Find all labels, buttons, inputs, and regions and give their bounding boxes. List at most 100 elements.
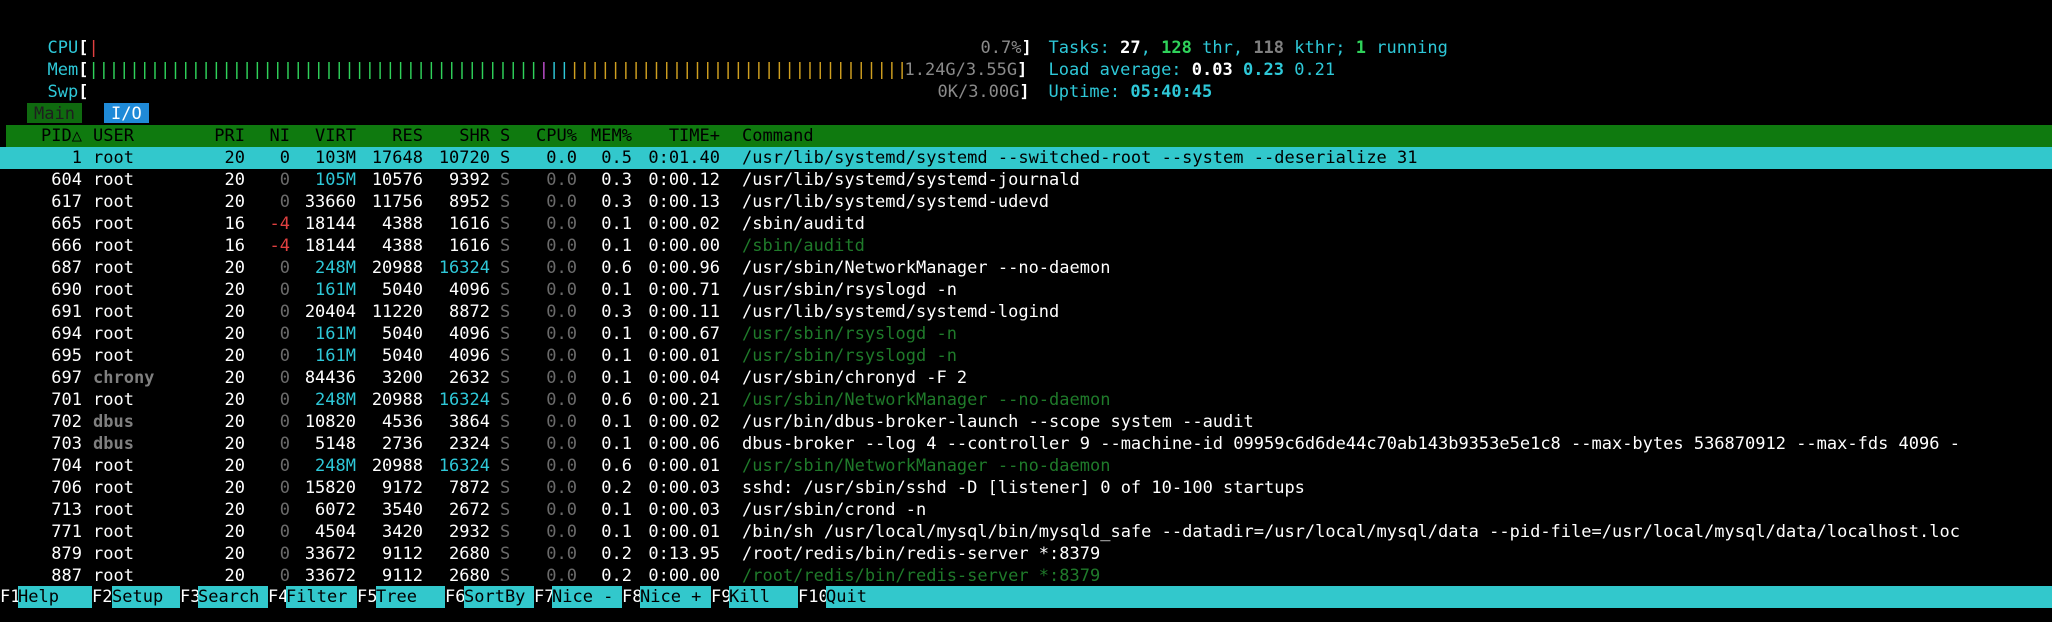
process-res: 5040	[382, 346, 423, 366]
process-time: 0:00.06	[648, 434, 720, 454]
process-pid: 666	[51, 236, 82, 256]
process-mem: 0.5	[601, 148, 632, 168]
tab-main[interactable]: Main	[27, 103, 82, 124]
process-row[interactable]: 713 root 20 0 6072 3540 2672 S 0.0 0.1 0:00.03/usr…	[0, 499, 2052, 521]
process-row[interactable]: 879 root 20 0 33672 9112 2680 S 0.0 0.2 0:13.95/ro…	[0, 543, 2052, 565]
fkey-quit-key[interactable]: F10	[798, 586, 829, 608]
process-row[interactable]: 690 root 20 0 161M 5040 4096 S 0.0 0.1 0:00.71/usr…	[0, 279, 2052, 301]
process-pid: 704	[51, 456, 82, 476]
process-shr: 1616	[449, 214, 490, 234]
process-mem: 0.2	[601, 566, 632, 586]
fkey-sortby-button[interactable]: SortBy	[464, 586, 534, 608]
process-row[interactable]: 665 root 16 -4 18144 4388 1616 S 0.0 0.1 0:00.02/s…	[0, 213, 2052, 235]
process-state: S	[500, 456, 511, 476]
fkey-tree-key[interactable]: F5	[357, 586, 377, 608]
process-user: root	[93, 236, 134, 256]
fkey-help-button[interactable]: Help	[18, 586, 92, 608]
process-user: root	[93, 566, 134, 586]
process-priority: 20	[224, 390, 245, 410]
process-res: 11756	[371, 192, 423, 212]
swap-value: 0K/3.00G	[937, 82, 1020, 102]
process-shr: 10720	[438, 148, 490, 168]
process-row[interactable]: 887 root 20 0 33672 9112 2680 S 0.0 0.2 0:00.00/ro…	[0, 565, 2052, 587]
process-shr: 3864	[449, 412, 490, 432]
process-mem: 0.1	[601, 412, 632, 432]
process-priority: 20	[224, 280, 245, 300]
process-command: /usr/lib/systemd/systemd-logind	[742, 302, 1060, 322]
process-shr: 8952	[449, 192, 490, 212]
process-shr: 2680	[449, 544, 490, 564]
process-command: /usr/sbin/NetworkManager --no-daemon	[742, 456, 1111, 476]
fkey-filter-button[interactable]: Filter	[286, 586, 357, 608]
process-pid: 713	[51, 500, 82, 520]
process-nice: 0	[279, 434, 290, 454]
process-command: /usr/sbin/rsyslogd -n	[742, 324, 957, 344]
process-row[interactable]: 703 dbus 20 0 5148 2736 2324 S 0.0 0.1 0:00.06 dbus…	[0, 433, 2052, 455]
process-row[interactable]: 691 root 20 0 20404 11220 8872 S 0.0 0.3 0:00.11/u…	[0, 301, 2052, 323]
process-pid: 887	[51, 566, 82, 586]
process-virt: 84436	[304, 368, 356, 388]
process-res: 4388	[382, 214, 423, 234]
process-pid: 695	[51, 346, 82, 366]
process-virt: 33660	[304, 192, 356, 212]
process-virt: 20404	[304, 302, 356, 322]
process-row[interactable]: 771 root 20 0 4504 3420 2932 S 0.0 0.1 0:00.01/bin…	[0, 521, 2052, 543]
process-state: S	[500, 566, 511, 586]
fkey-setup-key[interactable]: F2	[92, 586, 112, 608]
process-cpu: 0.0	[546, 170, 577, 190]
process-command: /bin/sh /usr/local/mysql/bin/mysqld_safe…	[742, 522, 1960, 542]
process-state: S	[500, 236, 511, 256]
process-cpu: 0.0	[546, 544, 577, 564]
process-res: 5040	[382, 280, 423, 300]
column-header-time: TIME+	[668, 126, 720, 146]
process-virt: 6072	[315, 500, 356, 520]
process-time: 0:00.03	[648, 478, 720, 498]
process-row[interactable]: 1 root 20 0 103M 17648 10720 S 0.0 0.5 0:01.40/usr…	[0, 147, 2052, 169]
fkey-quit-button[interactable]: Quit	[826, 586, 2052, 608]
process-shr: 4096	[449, 324, 490, 344]
process-time: 0:00.02	[648, 412, 720, 432]
process-cpu: 0.0	[546, 214, 577, 234]
fkey-kill-button[interactable]: Kill	[729, 586, 798, 608]
process-state: S	[500, 192, 511, 212]
column-header-cpu: CPU%	[536, 126, 577, 146]
process-state: S	[500, 324, 511, 344]
process-row[interactable]: 694 root 20 0 161M 5040 4096 S 0.0 0.1 0:00.67/usr…	[0, 323, 2052, 345]
process-row[interactable]: 666 root 16 -4 18144 4388 1616 S 0.0 0.1 0:00.00/s…	[0, 235, 2052, 257]
fkey-sortby-key[interactable]: F6	[445, 586, 465, 608]
process-shr: 2632	[449, 368, 490, 388]
process-priority: 20	[224, 148, 245, 168]
tab-io[interactable]: I/O	[104, 103, 149, 124]
process-user: root	[93, 280, 134, 300]
fkey-search-button[interactable]: Search	[198, 586, 268, 608]
process-row[interactable]: 697 chrony 20 0 84436 3200 2632 S 0.0 0.1 0:00.04 /…	[0, 367, 2052, 389]
fkey-setup-button[interactable]: Setup	[112, 586, 180, 608]
fkey-tree-button[interactable]: Tree	[376, 586, 445, 608]
fkey-nice-button[interactable]: Nice -	[552, 586, 622, 608]
process-res: 3200	[382, 368, 423, 388]
process-row[interactable]: 702 dbus 20 0 10820 4536 3864 S 0.0 0.1 0:00.02/us…	[0, 411, 2052, 433]
process-nice: 0	[279, 302, 290, 322]
process-user: root	[93, 214, 134, 234]
process-res: 3540	[382, 500, 423, 520]
process-row[interactable]: 706 root 20 0 15820 9172 7872 S 0.0 0.2 0:00.03 ssh…	[0, 477, 2052, 499]
process-virt: 15820	[304, 478, 356, 498]
process-virt: 161M	[315, 324, 356, 344]
process-row[interactable]: 604 root 20 0 105M 10576 9392 S 0.0 0.3 0:00.12/us…	[0, 169, 2052, 191]
process-priority: 20	[224, 500, 245, 520]
process-row[interactable]: 695 root 20 0 161M 5040 4096 S 0.0 0.1 0:00.01/usr…	[0, 345, 2052, 367]
process-user: root	[93, 390, 134, 410]
process-row[interactable]: 701 root 20 0 248M 20988 16324 S 0.0 0.6 0:00.21/u…	[0, 389, 2052, 411]
process-mem: 0.1	[601, 280, 632, 300]
process-mem: 0.1	[601, 346, 632, 366]
fkey-nice-button[interactable]: Nice +	[640, 586, 711, 608]
process-row[interactable]: 704 root 20 0 248M 20988 16324 S 0.0 0.6 0:00.01/u…	[0, 455, 2052, 477]
process-pid: 690	[51, 280, 82, 300]
process-state: S	[500, 500, 511, 520]
process-nice: 0	[279, 500, 290, 520]
process-command: /usr/sbin/rsyslogd -n	[742, 346, 957, 366]
process-res: 2736	[382, 434, 423, 454]
process-row[interactable]: 687 root 20 0 248M 20988 16324 S 0.0 0.6 0:00.96/u…	[0, 257, 2052, 279]
process-nice: 0	[279, 324, 290, 344]
process-row[interactable]: 617 root 20 0 33660 11756 8952 S 0.0 0.3 0:00.13/u…	[0, 191, 2052, 213]
